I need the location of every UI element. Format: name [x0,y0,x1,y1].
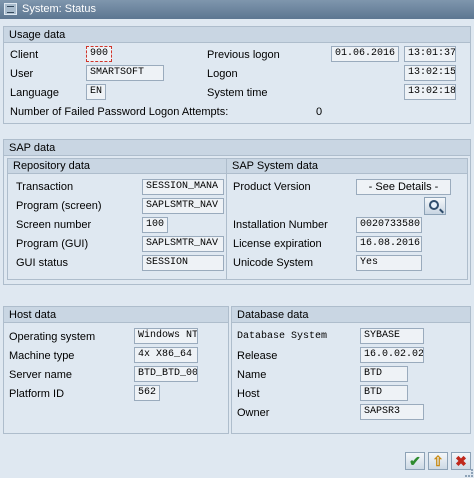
sap-system-data-panel: SAP System data Product Version - See De… [226,158,468,280]
release-field: 16.0.02.02 [360,347,424,363]
cancel-x-icon: ✖ [455,453,467,469]
product-version-field: - See Details - [356,179,451,195]
operating-system-field: Windows NT [134,328,198,344]
system-time: 13:02:18 [404,84,456,100]
previous-logon-label: Previous logon [207,49,280,61]
sap-data-title: SAP data [4,140,470,156]
installation-number-field: 0020733580 [356,217,422,233]
previous-logon-date: 01.06.2016 [331,46,399,62]
program-gui-label: Program (GUI) [16,238,89,250]
product-version-label: Product Version [233,181,311,193]
database-system-field: SYBASE [360,328,424,344]
server-name-label: Server name [9,369,72,381]
continue-button[interactable]: ✔ [405,452,425,470]
window-titlebar: System: Status [0,0,474,19]
database-data-title: Database data [232,307,470,323]
program-screen-label: Program (screen) [16,200,102,212]
transaction-label: Transaction [16,181,74,193]
previous-logon-time: 13:01:37 [404,46,456,62]
sap-data-panel: SAP data Repository data Transaction SES… [3,139,471,285]
machine-type-field: 4x X86_64 [134,347,198,363]
database-data-panel: Database data Database System SYBASE Rel… [231,306,471,434]
export-button[interactable]: ⇧ [428,452,448,470]
system-time-label: System time [207,87,268,99]
client-field: 900 [86,46,112,62]
details-magnifier-icon [429,200,439,210]
gui-status-field: SESSION [142,255,224,271]
database-host-label: Host [237,388,260,400]
operating-system-label: Operating system [9,331,96,343]
server-name-field: BTD_BTD_00 [134,366,198,382]
gui-status-label: GUI status [16,257,68,269]
window-icon [4,3,17,15]
product-version-details-button[interactable] [424,197,446,215]
client-label: Client [10,49,39,61]
database-host-field: BTD [360,385,408,401]
language-field: EN [86,84,106,100]
repository-data-panel: Repository data Transaction SESSION_MANA… [7,158,227,280]
program-gui-field: SAPLSMTR_NAV [142,236,224,252]
database-name-label: Name [237,369,267,381]
unicode-system-field: Yes [356,255,422,271]
release-label: Release [237,350,278,362]
usage-data-title: Usage data [4,27,470,43]
sap-system-data-title: SAP System data [227,159,467,174]
installation-number-label: Installation Number [233,219,328,231]
usage-data-panel: Usage data Client 900 User SMARTSOFT Lan… [3,26,471,124]
host-data-title: Host data [4,307,228,323]
database-name-field: BTD [360,366,408,382]
user-label: User [10,68,34,80]
owner-field: SAPSR3 [360,404,424,420]
database-system-label: Database System [237,331,328,342]
logon-label: Logon [207,68,238,80]
host-data-panel: Host data Operating system Windows NT Ma… [3,306,229,434]
platform-id-label: Platform ID [9,388,65,400]
failed-attempts-label: Number of Failed Password Logon Attempts… [10,106,229,118]
language-label: Language [10,87,59,99]
program-screen-field: SAPLSMTR_NAV [142,198,224,214]
owner-label: Owner [237,407,270,419]
license-expiration-field: 16.08.2016 [356,236,422,252]
window-title: System: Status [22,3,96,15]
unicode-system-label: Unicode System [233,257,314,269]
screen-number-label: Screen number [16,219,92,231]
resize-grip[interactable] [465,469,473,477]
host-database-area: Host data Operating system Windows NT Ma… [3,306,471,434]
continue-check-icon: ✔ [409,453,421,469]
repository-data-title: Repository data [8,159,226,174]
transaction-field: SESSION_MANA [142,179,224,195]
logon-time: 13:02:15 [404,65,456,81]
platform-id-field: 562 [134,385,160,401]
cancel-button[interactable]: ✖ [451,452,471,470]
machine-type-label: Machine type [9,350,75,362]
license-expiration-label: License expiration [233,238,322,250]
user-field: SMARTSOFT [86,65,164,81]
failed-attempts-value: 0 [316,106,323,118]
screen-number-field: 100 [142,217,168,233]
export-icon: ⇧ [432,453,444,469]
